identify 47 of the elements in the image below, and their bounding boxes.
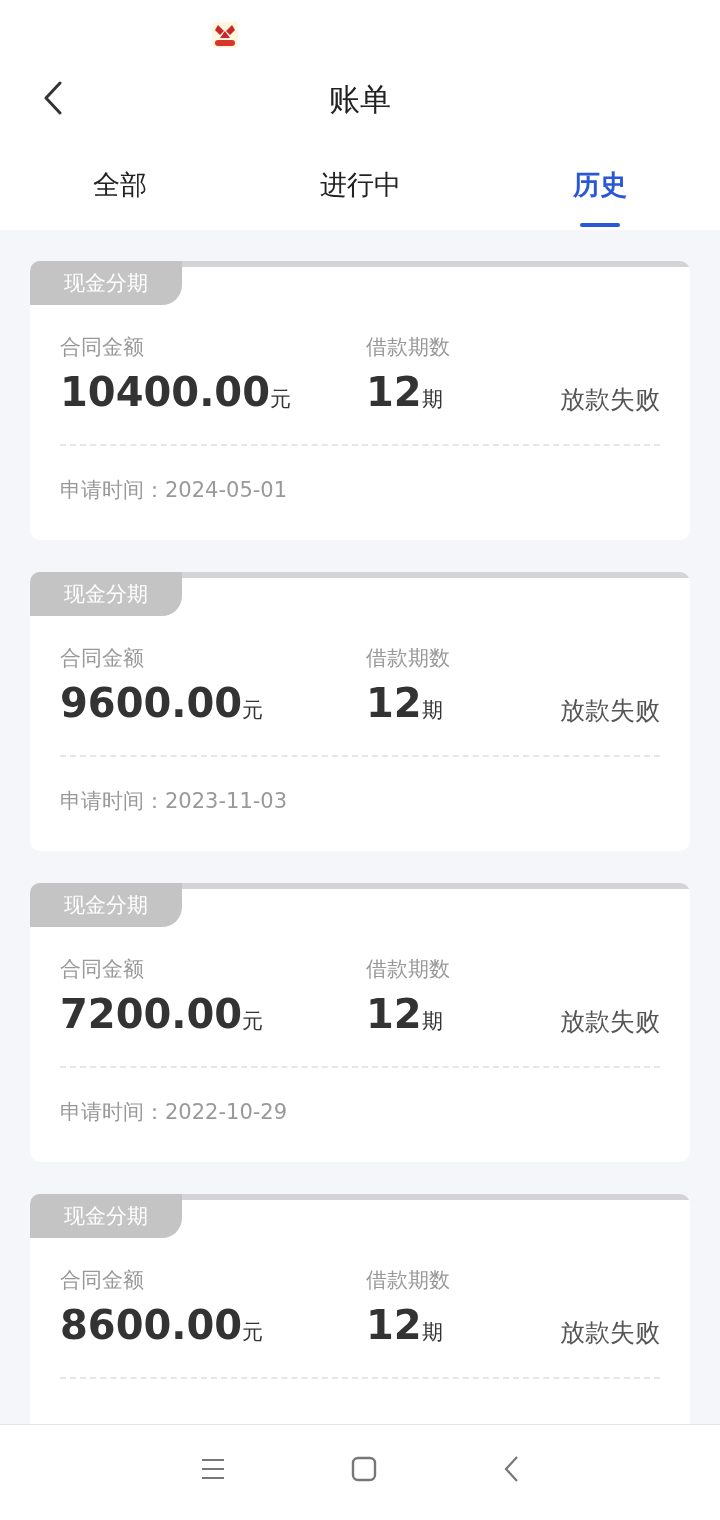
bill-card[interactable]: 现金分期 合同金额 8600.00元 借款期数 12期 放款失败: [30, 1194, 690, 1424]
bill-card[interactable]: 现金分期 合同金额 10400.00元 借款期数 12期 放款失败 申请时间：2024-05-01: [30, 261, 690, 540]
loan-status: 放款失败: [560, 1006, 660, 1038]
amount-label: 合同金额: [60, 645, 145, 672]
amount-value: 8600.00: [60, 1302, 243, 1348]
term-unit: 期: [421, 1320, 443, 1346]
term-value: 12: [366, 680, 422, 726]
term-unit: 期: [421, 1009, 443, 1035]
amount-unit: 元: [270, 386, 292, 413]
loan-type-tag: 现金分期: [30, 883, 182, 927]
application-date: 申请时间：2024-05-01: [60, 477, 289, 504]
term-value: 12: [366, 1302, 422, 1348]
back-icon[interactable]: [43, 81, 63, 115]
term-unit: 期: [421, 387, 443, 413]
amount-unit: 元: [242, 1319, 264, 1346]
app-notification-icon: [211, 22, 239, 48]
tab[interactable]: 全部: [0, 140, 240, 230]
term-label: 借款期数: [366, 334, 451, 361]
amount-label: 合同金额: [60, 956, 145, 983]
amount-value: 10400.00: [60, 369, 271, 415]
bill-card[interactable]: 现金分期 合同金额 7200.00元 借款期数 12期 放款失败 申请时间：2022-10-29: [30, 883, 690, 1162]
loan-type-tag: 现金分期: [30, 572, 182, 616]
amount-label: 合同金额: [60, 1267, 145, 1294]
loan-status: 放款失败: [560, 384, 660, 416]
application-date: 申请时间：2023-11-03: [60, 788, 289, 815]
menu-icon[interactable]: [201, 1457, 225, 1480]
tab[interactable]: 进行中: [240, 140, 480, 230]
home-icon[interactable]: [351, 1455, 377, 1482]
term-unit: 期: [421, 698, 443, 724]
amount-value: 7200.00: [60, 991, 243, 1037]
term-label: 借款期数: [366, 645, 451, 672]
loan-status: 放款失败: [560, 1317, 660, 1349]
loan-status: 放款失败: [560, 695, 660, 727]
application-date: 申请时间：2022-10-29: [60, 1099, 289, 1126]
amount-value: 9600.00: [60, 680, 243, 726]
page-title: 账单: [329, 80, 391, 119]
term-label: 借款期数: [366, 1267, 451, 1294]
bill-card[interactable]: 现金分期 合同金额 9600.00元 借款期数 12期 放款失败 申请时间：2023-11-03: [30, 572, 690, 851]
amount-unit: 元: [242, 697, 264, 724]
loan-type-tag: 现金分期: [30, 261, 182, 305]
amount-unit: 元: [242, 1008, 264, 1035]
tab[interactable]: 历史: [480, 140, 720, 230]
amount-label: 合同金额: [60, 334, 145, 361]
loan-type-tag: 现金分期: [30, 1194, 182, 1238]
term-value: 12: [366, 991, 422, 1037]
term-label: 借款期数: [366, 956, 451, 983]
term-value: 12: [366, 369, 422, 415]
